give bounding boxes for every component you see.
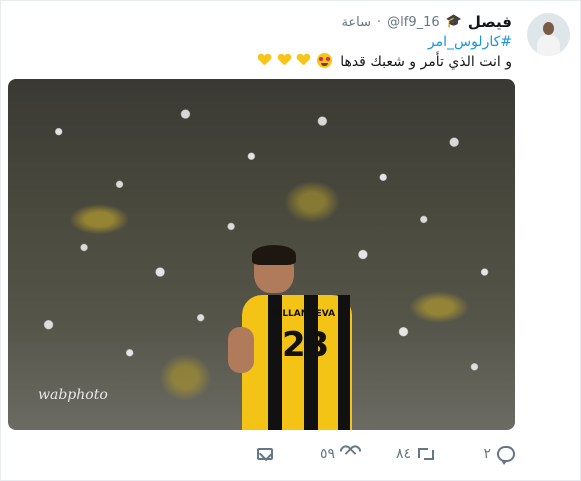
envelope-icon <box>257 448 273 460</box>
retweet-button[interactable]: ٨٤ <box>396 442 435 466</box>
avatar[interactable] <box>527 13 570 56</box>
yellow-heart-icon <box>258 54 271 67</box>
tweet-header: فيصل 🎓 @lf9_16 · ساعة <box>341 11 512 33</box>
heart-eyes-face-icon <box>316 53 332 68</box>
yellow-heart-icon <box>297 54 310 67</box>
reply-button[interactable]: ٢ <box>483 442 515 466</box>
tweet-text-line: و انت الذي تأمر و شعبك قدها <box>256 53 512 70</box>
emoji-group <box>256 53 332 70</box>
hashtag-link[interactable]: #كارلوس_امر <box>428 34 512 50</box>
separator-dot: · <box>377 14 382 30</box>
player-arm <box>228 327 254 373</box>
user-handle[interactable]: @lf9_16 <box>387 15 440 30</box>
graduation-cap-icon: 🎓 <box>445 14 462 29</box>
jersey-stripe <box>338 295 350 430</box>
tweet-text: و انت الذي تأمر و شعبك قدها <box>340 54 512 70</box>
direct-message-button[interactable] <box>257 442 273 466</box>
tweet-photo[interactable]: VILLANUEVA 23 wabphoto <box>8 79 515 430</box>
retweet-icon <box>417 445 435 463</box>
yellow-heart-icon <box>278 54 291 67</box>
tweet-time[interactable]: ساعة <box>341 15 371 30</box>
like-button[interactable]: ٥٩ <box>320 442 359 466</box>
retweet-count: ٨٤ <box>395 446 411 462</box>
player-hair <box>252 245 296 265</box>
jersey-name: VILLANUEVA <box>272 309 336 319</box>
reply-icon <box>497 446 515 465</box>
reply-count: ٢ <box>483 446 491 462</box>
player-figure: VILLANUEVA 23 <box>228 245 354 430</box>
avatar-body <box>537 35 560 56</box>
avatar-head <box>543 22 554 35</box>
display-name[interactable]: فيصل <box>468 13 512 31</box>
tweet-actions: ٢ ٨٤ ٥٩ <box>255 442 515 466</box>
tweet-card: فيصل 🎓 @lf9_16 · ساعة #كارلوس_امر و انت … <box>0 0 581 481</box>
heart-icon <box>341 445 359 463</box>
like-count: ٥٩ <box>319 446 335 462</box>
photo-watermark: wabphoto <box>38 387 108 403</box>
jersey-number: 23 <box>282 325 330 365</box>
